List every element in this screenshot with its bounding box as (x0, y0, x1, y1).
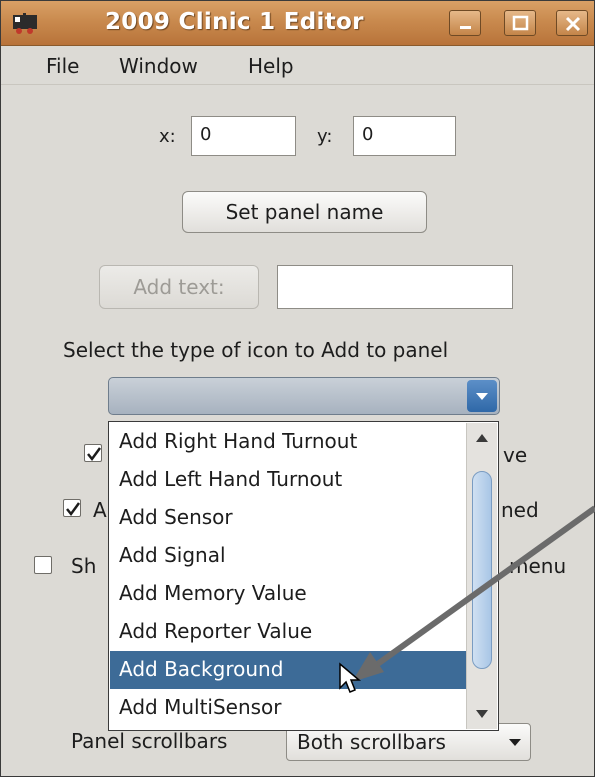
mouse-pointer-icon (339, 662, 362, 693)
annotation-arrow-icon (352, 505, 595, 682)
